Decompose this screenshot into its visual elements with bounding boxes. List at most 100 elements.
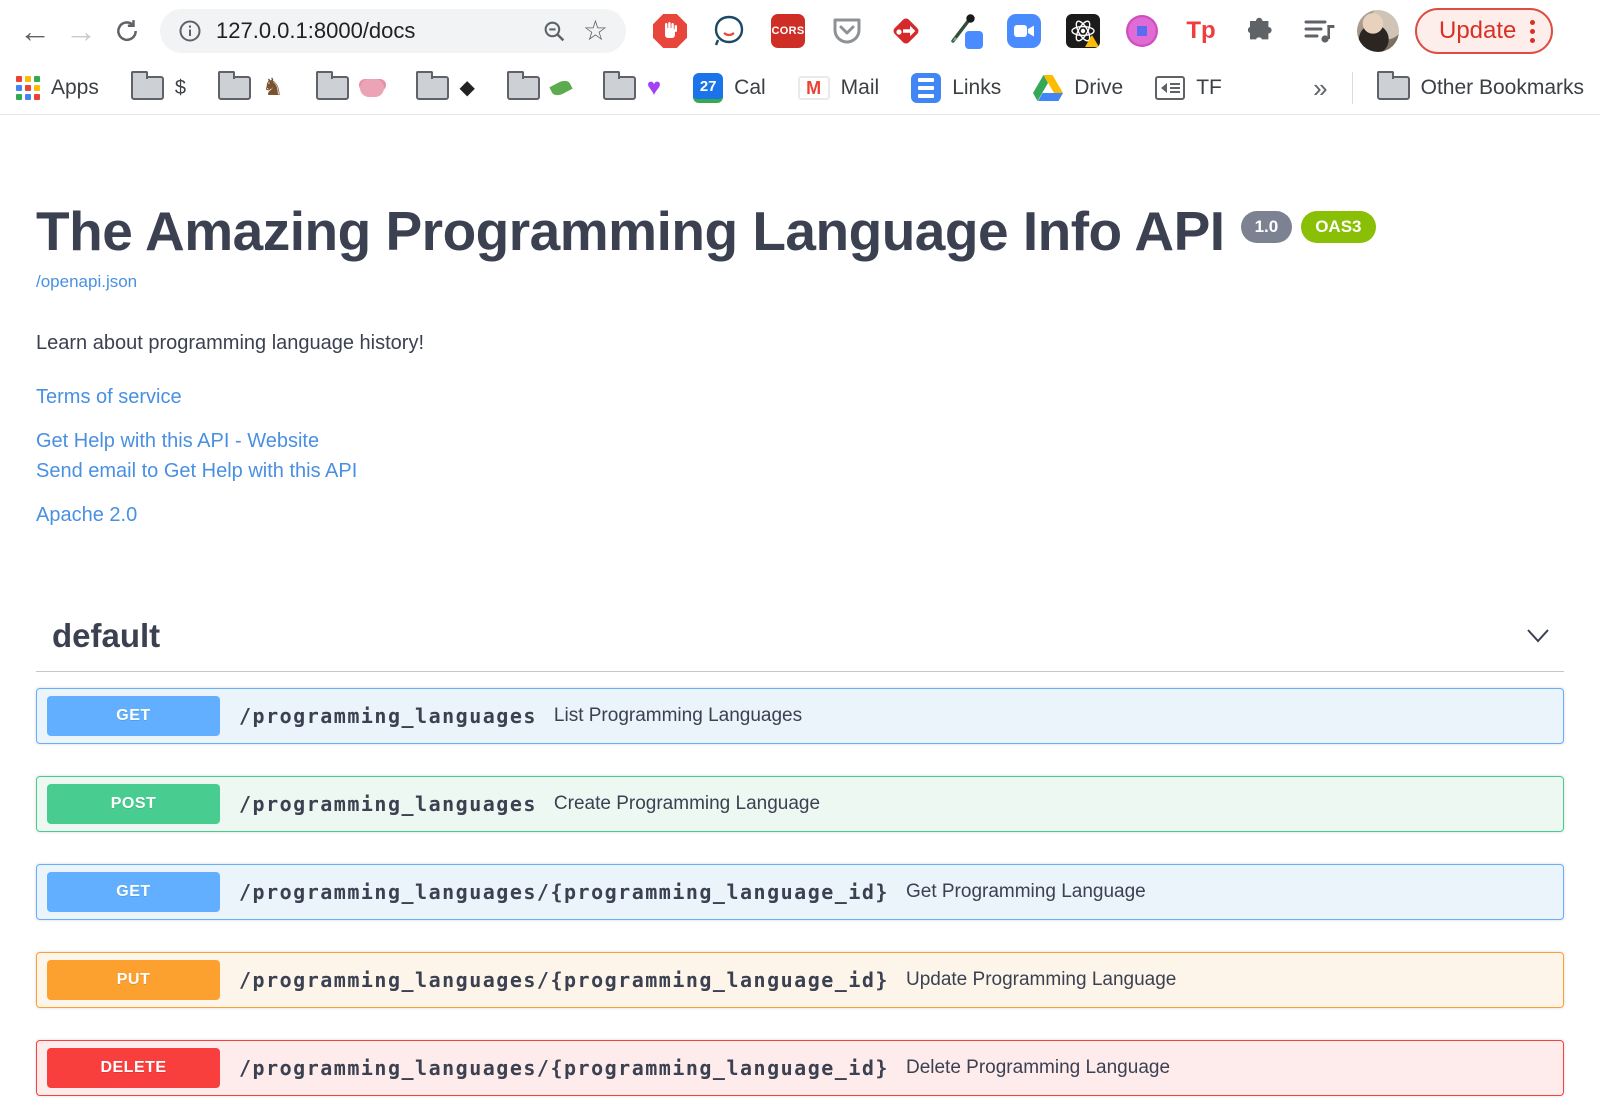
endpoint-summary: Update Programming Language (905, 968, 1177, 990)
reload-icon[interactable] (104, 8, 150, 54)
update-label: Update (1439, 17, 1517, 44)
method-button[interactable]: PUT (47, 959, 220, 1000)
endpoint-path: /programming_languages/{programming_lang… (239, 879, 889, 904)
endpoint-row-delete[interactable]: DELETE /programming_languages/{programmi… (36, 1039, 1564, 1096)
update-button[interactable]: Update (1415, 8, 1554, 54)
react-devtools-icon[interactable] (1065, 13, 1101, 49)
folder-icon (315, 71, 349, 100)
folder-icon (506, 71, 540, 100)
bookmark-graduation-cap-folder[interactable]: ◆ (415, 71, 475, 100)
terms-of-service-link[interactable]: Terms of service (36, 386, 1564, 409)
extension-strip: CORS Tp (652, 13, 1337, 49)
bookmark-links[interactable]: Links (911, 73, 1001, 103)
folder-emoji (359, 79, 384, 97)
stop-octagon (653, 14, 687, 48)
folder-icon (1376, 71, 1410, 100)
folder-icon (130, 71, 164, 100)
forward-icon[interactable]: → (58, 8, 104, 54)
cors-label: CORS (771, 14, 805, 48)
folder-emoji (549, 78, 573, 98)
zoom-out-icon[interactable] (542, 19, 567, 44)
bookmark-tf[interactable]: TF (1155, 76, 1222, 100)
eyedropper-color-picker-icon[interactable] (947, 13, 983, 49)
folder-emoji: $ (174, 77, 186, 99)
swagger-docs-page: The Amazing Programming Language Info AP… (0, 201, 1600, 1096)
other-bookmarks-label: Other Bookmarks (1420, 76, 1584, 99)
calendar-day: 27 (699, 77, 717, 95)
endpoint-summary: List Programming Languages (553, 704, 803, 726)
title-badges: 1.0 OAS3 (1240, 211, 1376, 243)
bookmark-dollar-folder[interactable]: $ (130, 71, 186, 100)
tp-label: Tp (1186, 17, 1216, 44)
drive-icon (1033, 74, 1064, 101)
api-title-block: The Amazing Programming Language Info AP… (36, 201, 1564, 262)
url-text[interactable]: 127.0.0.1:8000/docs (216, 18, 526, 44)
mail-label: Mail (840, 76, 880, 99)
folder-emoji: ◆ (459, 77, 475, 99)
cors-extension-icon[interactable]: CORS (770, 13, 806, 49)
zoom-video-icon[interactable] (1006, 13, 1042, 49)
help-website-link[interactable]: Get Help with this API - Website (36, 430, 1564, 453)
version-badge: 1.0 (1240, 211, 1293, 243)
tf-label: TF (1196, 76, 1222, 99)
oas3-badge: OAS3 (1301, 211, 1376, 243)
folder-icon (218, 71, 251, 100)
endpoint-row-get[interactable]: GET /programming_languages/{programming_… (36, 863, 1564, 920)
endpoint-row-post[interactable]: POST /programming_languages Create Progr… (36, 775, 1564, 832)
endpoint-row-put[interactable]: PUT /programming_languages/{programming_… (36, 951, 1564, 1008)
bookmark-purple-heart-folder[interactable]: ♥ (602, 71, 661, 100)
music-playlist-icon[interactable] (1301, 13, 1337, 49)
folder-emoji: ♞ (262, 74, 284, 101)
section-title: default (52, 616, 161, 654)
browser-menu-icon[interactable] (1530, 19, 1536, 43)
bookmark-apps[interactable]: Apps (16, 76, 99, 100)
pinwheel-flower-icon[interactable] (1124, 13, 1160, 49)
endpoint-summary: Delete Programming Language (905, 1056, 1171, 1078)
adblock-stop-hand-icon[interactable] (652, 13, 688, 49)
bookmark-calendar[interactable]: 27 Cal (693, 73, 766, 103)
calendar-icon: 27 (693, 73, 724, 103)
warning-triangle-icon (1085, 35, 1099, 47)
url-bar[interactable]: 127.0.0.1:8000/docs ☆ (160, 9, 626, 53)
chevron-down-icon[interactable] (1526, 628, 1550, 643)
help-email-link[interactable]: Send email to Get Help with this API (36, 460, 1564, 483)
section-header-default[interactable]: default (36, 617, 1564, 672)
reload-glyph (117, 20, 137, 42)
puzzle-extensions-icon[interactable] (1242, 13, 1278, 49)
site-info-icon[interactable] (178, 19, 202, 43)
tp-extension-icon[interactable]: Tp (1183, 13, 1219, 49)
bookmark-star-icon[interactable]: ☆ (583, 17, 608, 45)
links-icon (911, 73, 942, 103)
endpoint-summary: Create Programming Language (553, 792, 821, 814)
endpoint-path: /programming_languages (239, 703, 537, 728)
endpoint-path: /programming_languages/{programming_lang… (239, 967, 889, 992)
bookmark-herb-folder[interactable] (506, 71, 573, 100)
bookmarks-divider (1351, 72, 1353, 104)
bookmarks-right-group: » Other Bookmarks (1313, 71, 1584, 104)
folder-icon (415, 71, 449, 100)
chat-bubble-icon[interactable] (711, 13, 747, 49)
bookmark-mail[interactable]: M Mail (797, 76, 880, 100)
license-link[interactable]: Apache 2.0 (36, 504, 1564, 527)
openapi-json-link[interactable]: /openapi.json (36, 272, 137, 292)
back-icon[interactable]: ← (12, 8, 58, 54)
bookmark-folders: $ ♞ ◆ ♥ (130, 71, 693, 101)
endpoint-row-get[interactable]: GET /programming_languages List Programm… (36, 687, 1564, 744)
profile-avatar[interactable] (1357, 10, 1399, 52)
method-button[interactable]: DELETE (47, 1047, 220, 1088)
links-label: Links (952, 76, 1002, 99)
other-bookmarks[interactable]: Other Bookmarks (1376, 71, 1584, 100)
bookmarks-overflow-chevron-icon[interactable]: » (1313, 73, 1327, 104)
redirect-diamond-icon[interactable] (888, 13, 924, 49)
bookmark-brain-folder[interactable] (315, 71, 384, 100)
method-button[interactable]: GET (47, 871, 220, 912)
method-button[interactable]: POST (47, 783, 220, 824)
method-button[interactable]: GET (47, 695, 220, 736)
pocket-icon[interactable] (829, 13, 865, 49)
bookmark-drive[interactable]: Drive (1033, 74, 1123, 102)
tf-icon (1155, 76, 1186, 100)
gmail-m: M (806, 77, 822, 98)
page-title: The Amazing Programming Language Info AP… (36, 200, 1225, 262)
color-swatch (965, 31, 983, 49)
bookmark-carousel-horse-folder[interactable]: ♞ (218, 71, 284, 101)
